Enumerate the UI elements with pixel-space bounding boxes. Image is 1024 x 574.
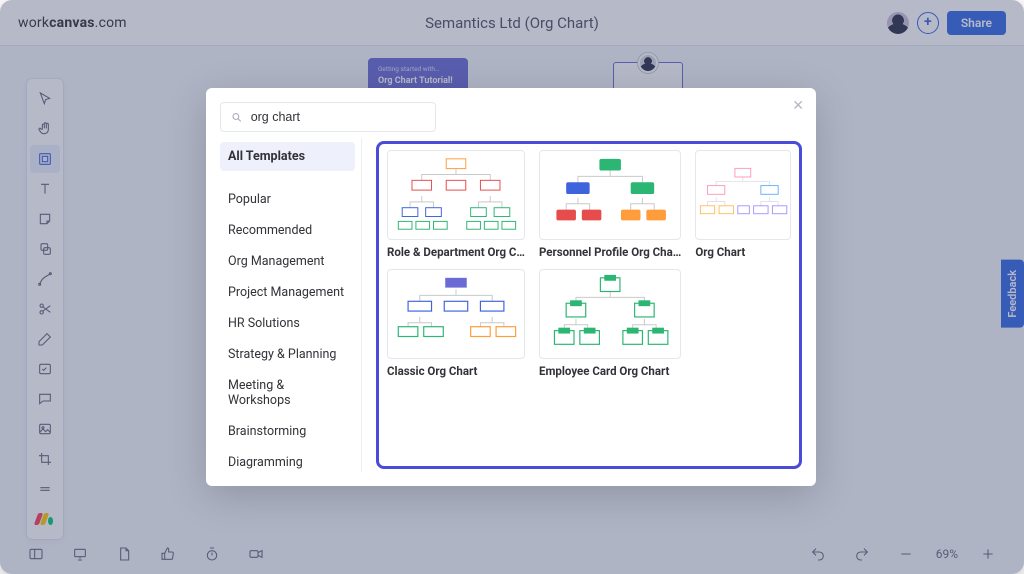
template-name: Employee Card Org Chart	[539, 364, 681, 378]
template-thumb	[539, 150, 681, 240]
template-modal: ✕ All Templates Popular Recommended Org …	[206, 88, 816, 486]
category-org-management[interactable]: Org Management	[220, 247, 355, 276]
app-frame: workcanvas.com Semantics Ltd (Org Chart)…	[0, 0, 1024, 574]
category-agile-workflows[interactable]: Agile Workflows	[220, 479, 355, 486]
template-grid: Role & Department Org C…	[387, 150, 791, 378]
template-search[interactable]	[220, 102, 436, 132]
template-thumb	[387, 150, 525, 240]
category-hr-solutions[interactable]: HR Solutions	[220, 309, 355, 338]
category-diagramming[interactable]: Diagramming	[220, 448, 355, 477]
category-project-management[interactable]: Project Management	[220, 278, 355, 307]
close-icon[interactable]: ✕	[792, 98, 804, 114]
template-employee-card[interactable]: Employee Card Org Chart	[539, 269, 681, 378]
category-all-templates[interactable]: All Templates	[220, 142, 355, 171]
category-recommended[interactable]: Recommended	[220, 216, 355, 245]
template-personnel-profile[interactable]: Personnel Profile Org Cha…	[539, 150, 681, 259]
search-input[interactable]	[251, 110, 425, 124]
template-role-department[interactable]: Role & Department Org C…	[387, 150, 525, 259]
template-name: Classic Org Chart	[387, 364, 525, 378]
template-name: Role & Department Org C…	[387, 245, 525, 259]
search-icon	[231, 111, 243, 124]
template-grid-frame: Role & Department Org C…	[376, 141, 802, 469]
category-meeting-workshops[interactable]: Meeting & Workshops	[220, 371, 355, 415]
template-categories: All Templates Popular Recommended Org Ma…	[212, 138, 362, 472]
template-grid-wrap: Role & Department Org C…	[362, 138, 802, 472]
template-name: Personnel Profile Org Cha…	[539, 245, 681, 259]
template-name: Org Chart	[695, 245, 791, 259]
category-popular[interactable]: Popular	[220, 185, 355, 214]
modal-header	[206, 88, 816, 138]
category-strategy-planning[interactable]: Strategy & Planning	[220, 340, 355, 369]
template-thumb	[695, 150, 791, 240]
template-thumb	[387, 269, 525, 359]
modal-body: All Templates Popular Recommended Org Ma…	[206, 138, 816, 486]
template-thumb	[539, 269, 681, 359]
category-brainstorming[interactable]: Brainstorming	[220, 417, 355, 446]
template-classic-org-chart[interactable]: Classic Org Chart	[387, 269, 525, 378]
template-org-chart[interactable]: Org Chart	[695, 150, 791, 259]
